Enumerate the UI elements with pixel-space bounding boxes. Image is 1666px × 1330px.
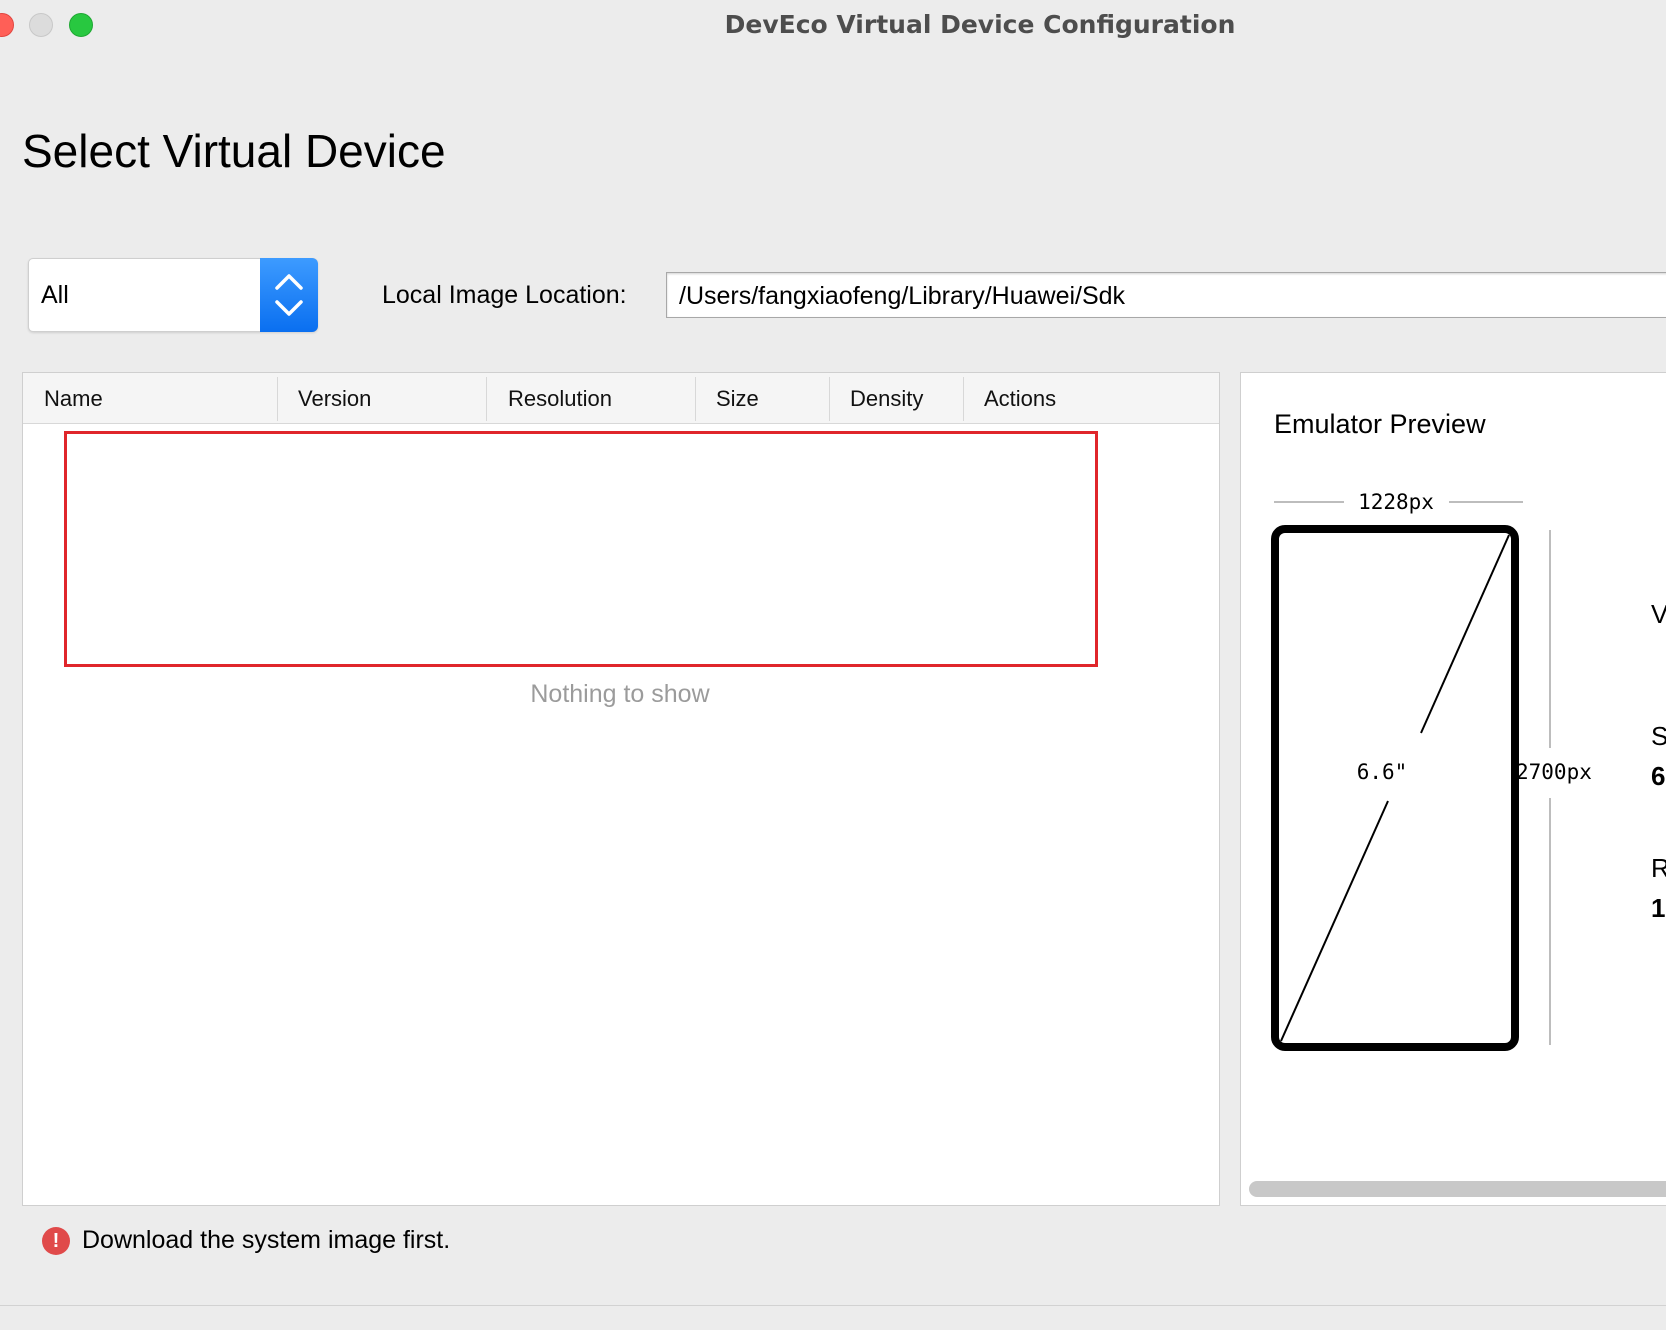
footer-divider — [0, 1305, 1666, 1306]
height-dimension-label: 2700px — [1516, 760, 1592, 784]
column-header-resolution[interactable]: Resolution — [508, 386, 612, 412]
diagonal-size-label: 6.6" — [1357, 760, 1408, 784]
column-divider[interactable] — [963, 377, 964, 421]
column-divider[interactable] — [277, 377, 278, 421]
close-window-button[interactable] — [0, 13, 14, 37]
device-info-label: S — [1651, 721, 1666, 751]
column-divider[interactable] — [695, 377, 696, 421]
empty-table-message: Nothing to show — [530, 680, 710, 708]
device-preview-diagram: 1228px 6.6" 2700px — [1271, 490, 1592, 1051]
status-message: Download the system image first. — [82, 1226, 451, 1254]
column-header-name[interactable]: Name — [44, 386, 103, 412]
width-dimension-label: 1228px — [1358, 490, 1434, 514]
column-header-actions[interactable]: Actions — [984, 386, 1056, 412]
window-title: DevEco Virtual Device Configuration — [724, 10, 1236, 39]
zoom-window-button[interactable] — [69, 13, 93, 37]
device-info-value: 6 — [1651, 761, 1666, 791]
local-image-location-value: /Users/fangxiaofeng/Library/Huawei/Sdk — [679, 282, 1126, 310]
table-header: Name Version Resolution Size Density Act… — [23, 373, 1219, 424]
device-info-label: R — [1651, 853, 1666, 883]
local-image-location-label: Local Image Location: — [382, 281, 627, 309]
device-table: Name Version Resolution Size Density Act… — [22, 372, 1220, 1206]
category-filter-select[interactable]: All — [28, 258, 318, 332]
device-info-label: V — [1651, 599, 1666, 629]
device-screen-outline — [1271, 525, 1519, 1051]
window: DevEco Virtual Device Configuration Sele… — [0, 0, 1666, 1330]
column-divider[interactable] — [829, 377, 830, 421]
column-header-density[interactable]: Density — [850, 386, 923, 412]
category-filter-stepper[interactable] — [260, 258, 318, 332]
chevron-up-down-icon — [275, 274, 303, 316]
error-icon: ! — [42, 1227, 70, 1255]
minimize-window-button[interactable] — [29, 13, 53, 37]
page-title: Select Virtual Device — [22, 125, 446, 177]
local-image-location-field[interactable]: /Users/fangxiaofeng/Library/Huawei/Sdk — [666, 272, 1666, 318]
column-header-version[interactable]: Version — [298, 386, 371, 412]
horizontal-scrollbar[interactable] — [1249, 1181, 1666, 1197]
device-info-value: 1 — [1651, 893, 1666, 923]
highlight-annotation-box — [64, 431, 1098, 667]
emulator-preview-panel: Emulator Preview 1228px 6.6" 2700px V S … — [1240, 372, 1666, 1206]
category-filter-value: All — [41, 281, 69, 309]
column-header-size[interactable]: Size — [716, 386, 759, 412]
column-divider[interactable] — [486, 377, 487, 421]
